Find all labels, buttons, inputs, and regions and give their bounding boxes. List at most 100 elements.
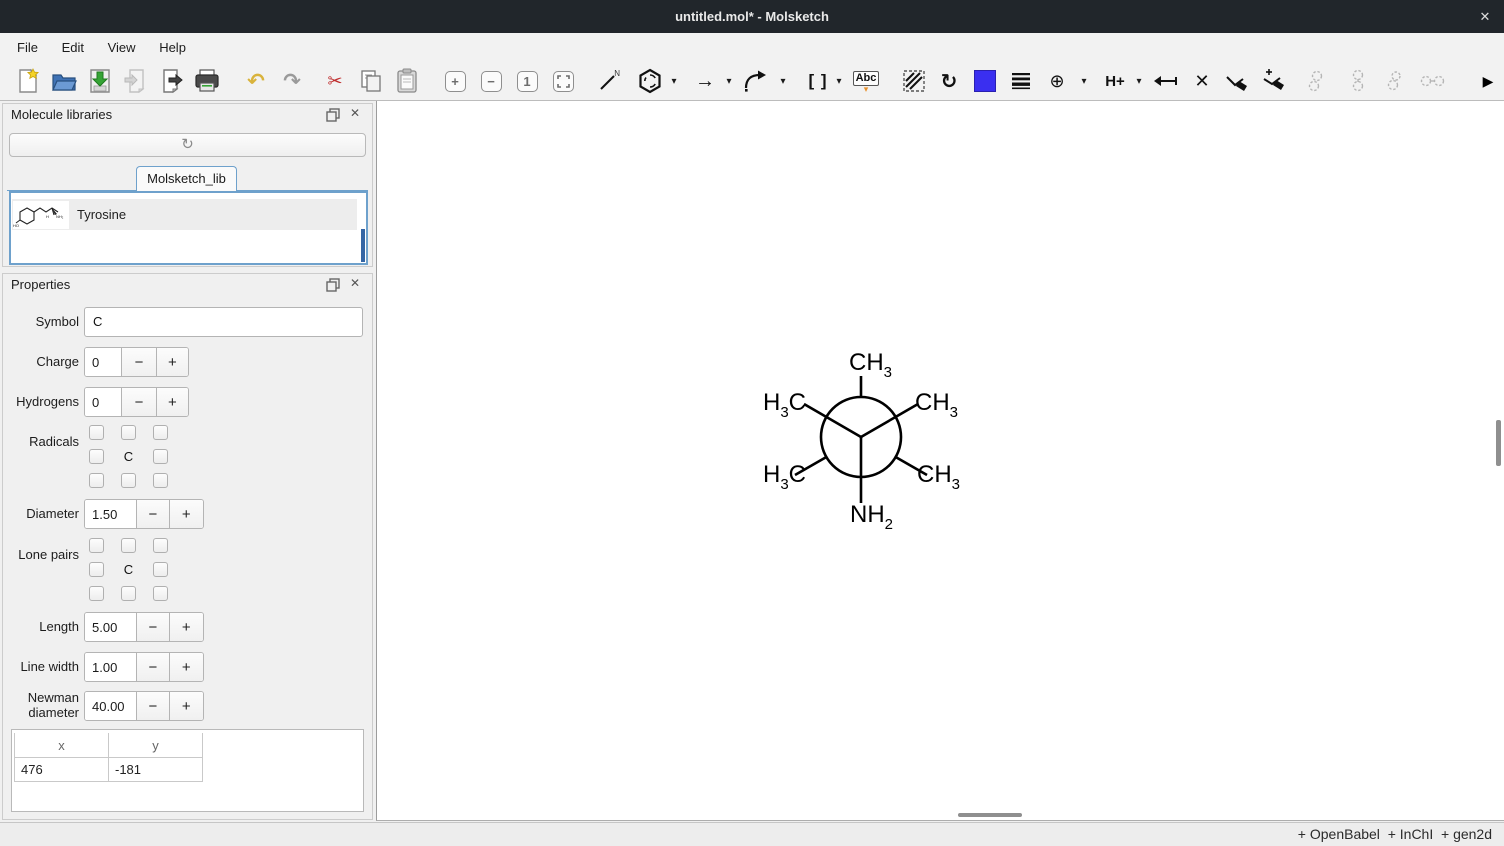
atom-label-nh2-bottom[interactable]: NH2 xyxy=(850,501,893,532)
save-file-icon[interactable] xyxy=(86,65,114,97)
atom-label-h3c-upper-left[interactable]: H3C xyxy=(753,389,806,420)
line-width-increment-button[interactable]: + xyxy=(169,653,203,681)
charge-value[interactable]: 0 xyxy=(85,348,121,376)
diameter-decrement-button[interactable]: − xyxy=(136,500,168,528)
hammer-tool-icon[interactable] xyxy=(1223,65,1251,97)
hydrogens-increment-button[interactable]: + xyxy=(156,388,188,416)
brackets-tool-icon[interactable]: [ ] xyxy=(801,65,835,97)
radical-checkbox[interactable] xyxy=(153,473,168,488)
zoom-in-icon[interactable]: + xyxy=(441,65,469,97)
lone-pair-checkbox[interactable] xyxy=(153,538,168,553)
list-item-tyrosine[interactable]: HOHNH₂ Tyrosine xyxy=(12,199,357,230)
menu-edit[interactable]: Edit xyxy=(52,33,94,62)
rotate-tool-icon[interactable]: ↻ xyxy=(935,65,963,97)
curved-arrow-dropdown-icon[interactable]: ▾ xyxy=(775,65,791,97)
newman-diameter-decrement-button[interactable]: − xyxy=(136,692,168,720)
lone-pair-checkbox[interactable] xyxy=(89,586,104,601)
brackets-dropdown-icon[interactable]: ▾ xyxy=(831,65,847,97)
radical-checkbox[interactable] xyxy=(153,449,168,464)
hydrogens-value[interactable]: 0 xyxy=(85,388,121,416)
canvas-vertical-scrollbar[interactable] xyxy=(1496,420,1501,466)
arrow-dropdown-icon[interactable]: ▾ xyxy=(721,65,737,97)
zoom-out-icon[interactable]: − xyxy=(477,65,505,97)
menu-file[interactable]: File xyxy=(7,33,48,62)
push-arrow-tool-icon[interactable] xyxy=(1152,65,1180,97)
radical-checkbox[interactable] xyxy=(89,425,104,440)
charge-decrement-button[interactable]: − xyxy=(121,348,155,376)
charge-increment-button[interactable]: + xyxy=(156,348,188,376)
charge-tool-icon[interactable]: ⊕ xyxy=(1043,65,1071,97)
length-decrement-button[interactable]: − xyxy=(136,613,168,641)
hydrogen-tool-icon[interactable]: H+ xyxy=(1101,65,1129,97)
redo-icon[interactable]: ↷ xyxy=(278,65,306,97)
charge-dropdown-icon[interactable]: ▾ xyxy=(1076,65,1092,97)
lone-pair-checkbox[interactable] xyxy=(121,538,136,553)
window-close-icon[interactable]: ✕ xyxy=(1472,0,1498,33)
newman-projection-molecule[interactable]: CH3 H3C CH3 H3C CH3 NH2 xyxy=(733,330,993,542)
coords-cell-y[interactable]: -181 xyxy=(108,757,203,782)
arrow-tool-icon[interactable]: → xyxy=(691,65,719,97)
hydrogens-decrement-button[interactable]: − xyxy=(121,388,155,416)
title-bar[interactable]: untitled.mol* - Molsketch ✕ xyxy=(0,0,1504,33)
line-width-icon[interactable] xyxy=(1007,65,1035,97)
ring-dropdown-icon[interactable]: ▾ xyxy=(666,65,682,97)
diameter-increment-button[interactable]: + xyxy=(169,500,203,528)
lone-pair-checkbox[interactable] xyxy=(89,538,104,553)
newman-diameter-value[interactable]: 40.00 xyxy=(85,692,136,720)
ring-tool-icon[interactable] xyxy=(636,65,664,97)
print-icon[interactable] xyxy=(193,65,221,97)
symbol-input[interactable]: C xyxy=(84,307,363,337)
diameter-value[interactable]: 1.50 xyxy=(85,500,136,528)
new-file-icon[interactable] xyxy=(14,65,42,97)
disabled-tool-1-icon[interactable] xyxy=(1302,65,1330,97)
menu-view[interactable]: View xyxy=(98,33,146,62)
export-file-icon[interactable] xyxy=(158,65,186,97)
tab-molsketch-lib[interactable]: Molsketch_lib xyxy=(136,166,237,191)
lone-pair-checkbox[interactable] xyxy=(153,562,168,577)
atom-label-ch3-upper-right[interactable]: CH3 xyxy=(915,389,958,420)
draw-bond-icon[interactable]: N xyxy=(595,65,623,97)
undo-icon[interactable]: ↶ xyxy=(242,65,270,97)
delete-tool-icon[interactable]: ✕ xyxy=(1188,65,1216,97)
atom-label-ch3-lower-right[interactable]: CH3 xyxy=(917,461,960,492)
radical-checkbox[interactable] xyxy=(89,449,104,464)
canvas-horizontal-scrollbar[interactable] xyxy=(958,813,1022,817)
cut-icon[interactable]: ✂ xyxy=(321,65,349,97)
library-list-scrollbar[interactable] xyxy=(361,229,365,262)
hydrogen-dropdown-icon[interactable]: ▾ xyxy=(1131,65,1147,97)
disabled-tool-2-icon[interactable] xyxy=(1344,65,1372,97)
atom-label-ch3-top[interactable]: CH3 xyxy=(849,349,892,380)
open-file-icon[interactable] xyxy=(50,65,78,97)
close-panel-icon[interactable]: ✕ xyxy=(350,106,360,120)
curved-arrow-tool-icon[interactable] xyxy=(742,65,770,97)
drawing-canvas[interactable]: CH3 H3C CH3 H3C CH3 NH2 xyxy=(376,101,1504,821)
copy-icon[interactable] xyxy=(357,65,385,97)
float-panel-icon[interactable] xyxy=(326,108,340,122)
zoom-original-icon[interactable]: 1 xyxy=(513,65,541,97)
newman-diameter-increment-button[interactable]: + xyxy=(169,692,203,720)
lone-pair-checkbox[interactable] xyxy=(89,562,104,577)
hatch-selection-icon[interactable] xyxy=(900,65,928,97)
zoom-fit-icon[interactable] xyxy=(549,65,577,97)
line-width-decrement-button[interactable]: − xyxy=(136,653,168,681)
paste-icon[interactable] xyxy=(393,65,421,97)
color-swatch[interactable] xyxy=(971,65,999,97)
length-increment-button[interactable]: + xyxy=(169,613,203,641)
lone-pair-checkbox[interactable] xyxy=(153,586,168,601)
radical-checkbox[interactable] xyxy=(121,425,136,440)
disabled-tool-4-icon[interactable] xyxy=(1416,65,1450,97)
radical-checkbox[interactable] xyxy=(153,425,168,440)
coords-cell-x[interactable]: 476 xyxy=(14,757,109,782)
toolbar-overflow-icon[interactable]: ▶ xyxy=(1474,65,1502,97)
close-panel-icon[interactable]: ✕ xyxy=(350,276,360,290)
atom-label-h3c-lower-left[interactable]: H3C xyxy=(753,461,806,492)
hammer-plus-tool-icon[interactable] xyxy=(1260,65,1288,97)
radical-checkbox[interactable] xyxy=(121,473,136,488)
lone-pair-checkbox[interactable] xyxy=(121,586,136,601)
length-value[interactable]: 5.00 xyxy=(85,613,136,641)
line-width-value[interactable]: 1.00 xyxy=(85,653,136,681)
radical-checkbox[interactable] xyxy=(89,473,104,488)
disabled-tool-3-icon[interactable] xyxy=(1381,65,1409,97)
refresh-libraries-button[interactable]: ↻ xyxy=(9,133,366,157)
float-panel-icon[interactable] xyxy=(326,278,340,292)
